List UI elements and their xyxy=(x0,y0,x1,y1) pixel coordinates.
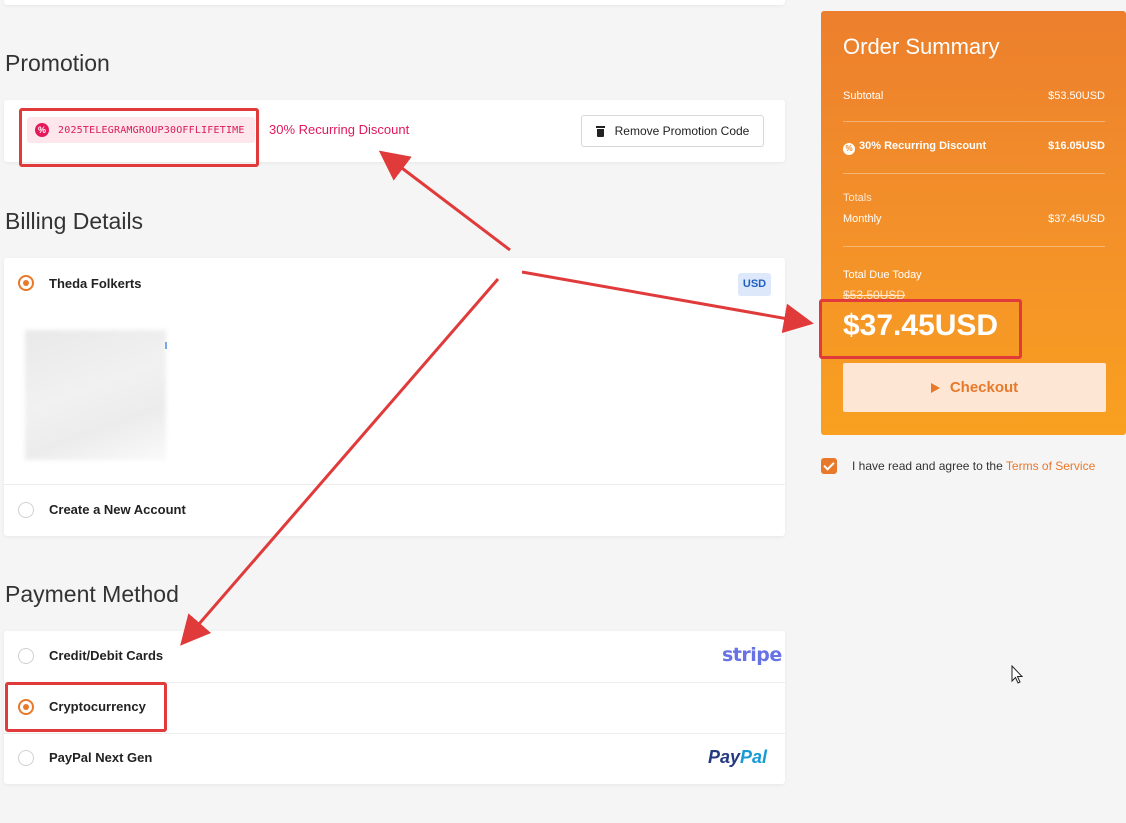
billing-radio-new[interactable] xyxy=(18,502,34,518)
billing-option-new[interactable]: Create a New Account xyxy=(49,502,186,517)
payment-radio-card[interactable] xyxy=(18,648,34,664)
promotion-title: Promotion xyxy=(5,50,110,76)
discount-label-wrap: % 30% Recurring Discount xyxy=(843,140,986,155)
discount-label: 30% Recurring Discount xyxy=(859,140,987,152)
subtotal-label: Subtotal xyxy=(843,90,884,102)
redacted-address-edge xyxy=(165,342,167,349)
summary-divider-2 xyxy=(843,173,1105,174)
order-summary-panel: Order Summary Subtotal $53.50USD % 30% Re… xyxy=(821,11,1126,435)
monthly-value: $37.45USD xyxy=(1048,213,1105,225)
totals-label: Totals xyxy=(843,192,872,204)
discount-value: $16.05USD xyxy=(1048,140,1105,152)
total-due-label: Total Due Today xyxy=(843,269,922,281)
payment-radio-paypal[interactable] xyxy=(18,750,34,766)
payment-divider-2 xyxy=(4,733,785,734)
paypal-logo: PayPal xyxy=(708,747,767,768)
promo-discount-label: 30% Recurring Discount xyxy=(269,122,410,137)
highlight-total xyxy=(819,299,1022,359)
tos-label: I have read and agree to the xyxy=(852,459,1003,473)
highlight-crypto xyxy=(5,682,167,732)
tos-link[interactable]: Terms of Service xyxy=(1006,459,1095,473)
payment-title: Payment Method xyxy=(5,581,179,607)
discount-icon: % xyxy=(843,143,855,155)
payment-option-paypal[interactable]: PayPal Next Gen xyxy=(49,750,152,765)
billing-radio-existing[interactable] xyxy=(18,275,34,291)
remove-promotion-label: Remove Promotion Code xyxy=(614,124,750,138)
tos-checkbox[interactable] xyxy=(821,458,837,474)
currency-badge: USD xyxy=(738,273,771,296)
redacted-address xyxy=(25,330,166,460)
monthly-row: Monthly $37.45USD xyxy=(843,213,1105,225)
previous-card xyxy=(4,0,785,5)
paypal-logo-pay: Pay xyxy=(708,747,741,767)
payment-option-card[interactable]: Credit/Debit Cards xyxy=(49,648,163,663)
tos-text: I have read and agree to the Terms of Se… xyxy=(852,459,1095,473)
summary-divider-1 xyxy=(843,121,1105,122)
discount-row: % 30% Recurring Discount $16.05USD xyxy=(843,140,1105,155)
monthly-label: Monthly xyxy=(843,213,882,225)
billing-option-existing[interactable]: Theda Folkerts xyxy=(49,276,141,291)
checkout-button[interactable]: Checkout xyxy=(843,363,1106,412)
summary-divider-3 xyxy=(843,246,1105,247)
billing-title: Billing Details xyxy=(5,208,144,234)
arrow-right-icon xyxy=(930,382,940,393)
subtotal-value: $53.50USD xyxy=(1048,90,1105,102)
checkout-label: Checkout xyxy=(949,379,1019,396)
paypal-logo-pal: Pal xyxy=(740,747,768,767)
stripe-logo: stripe xyxy=(722,644,782,666)
mouse-cursor-icon xyxy=(1011,665,1024,684)
order-summary-title: Order Summary xyxy=(843,34,1000,59)
subtotal-row: Subtotal $53.50USD xyxy=(843,90,1105,102)
highlight-promo-code xyxy=(19,108,259,167)
arrow-to-promo xyxy=(378,150,511,252)
remove-promotion-button[interactable]: Remove Promotion Code xyxy=(581,115,764,147)
billing-divider xyxy=(4,484,785,485)
trash-icon xyxy=(595,125,605,137)
